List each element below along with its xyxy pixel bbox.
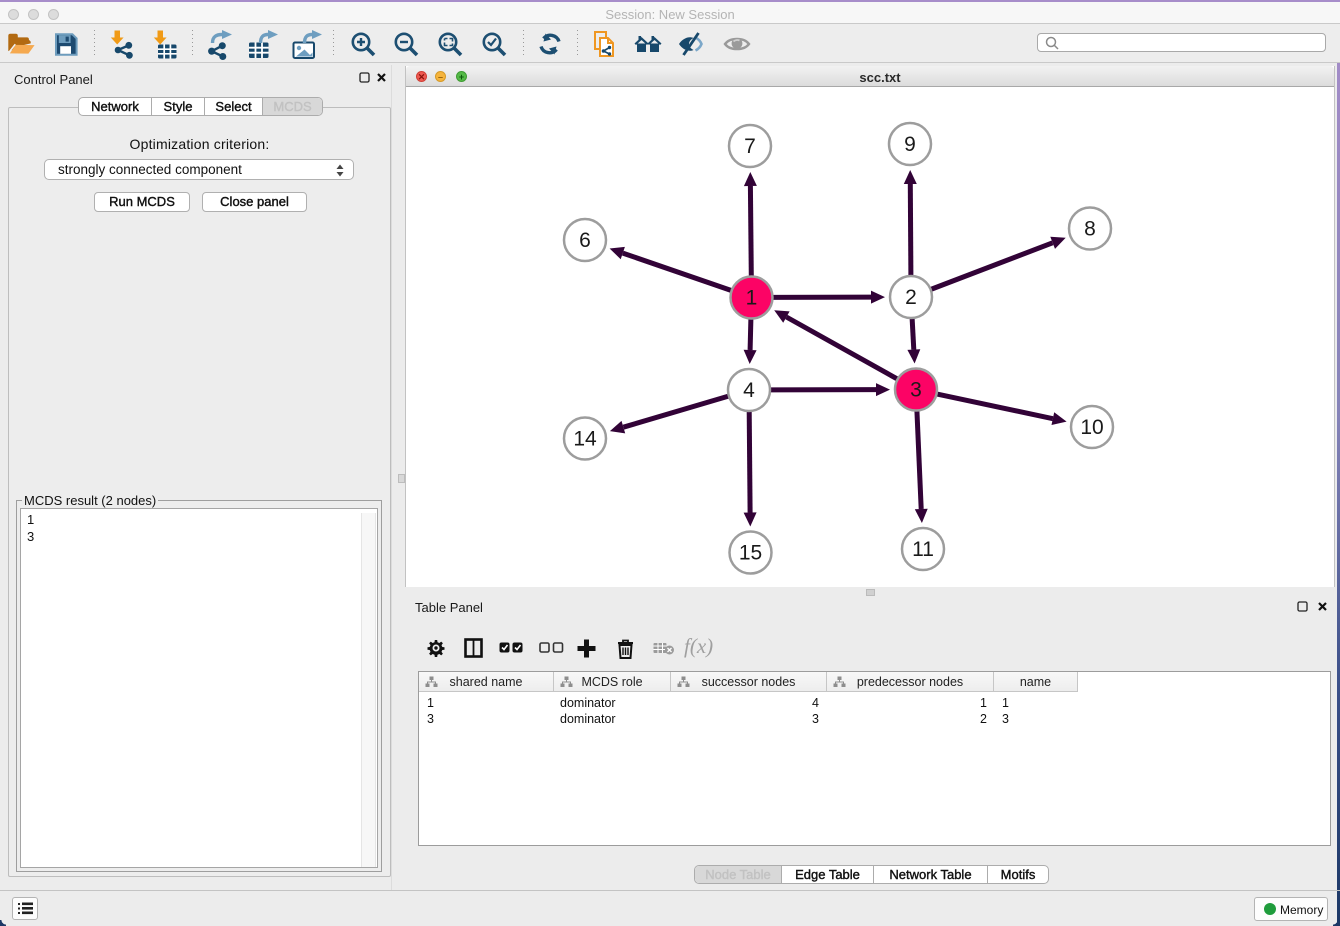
svg-text:10: 10 (1080, 416, 1103, 439)
svg-text:3: 3 (910, 379, 922, 402)
svg-text:14: 14 (573, 428, 597, 451)
svg-text:1: 1 (746, 287, 758, 310)
svg-text:8: 8 (1084, 218, 1096, 241)
svg-text:11: 11 (912, 538, 934, 561)
svg-text:2: 2 (905, 286, 917, 309)
svg-text:6: 6 (579, 229, 591, 252)
svg-text:7: 7 (744, 135, 756, 158)
svg-text:9: 9 (904, 133, 916, 156)
svg-text:4: 4 (743, 379, 755, 402)
svg-text:15: 15 (739, 542, 762, 565)
